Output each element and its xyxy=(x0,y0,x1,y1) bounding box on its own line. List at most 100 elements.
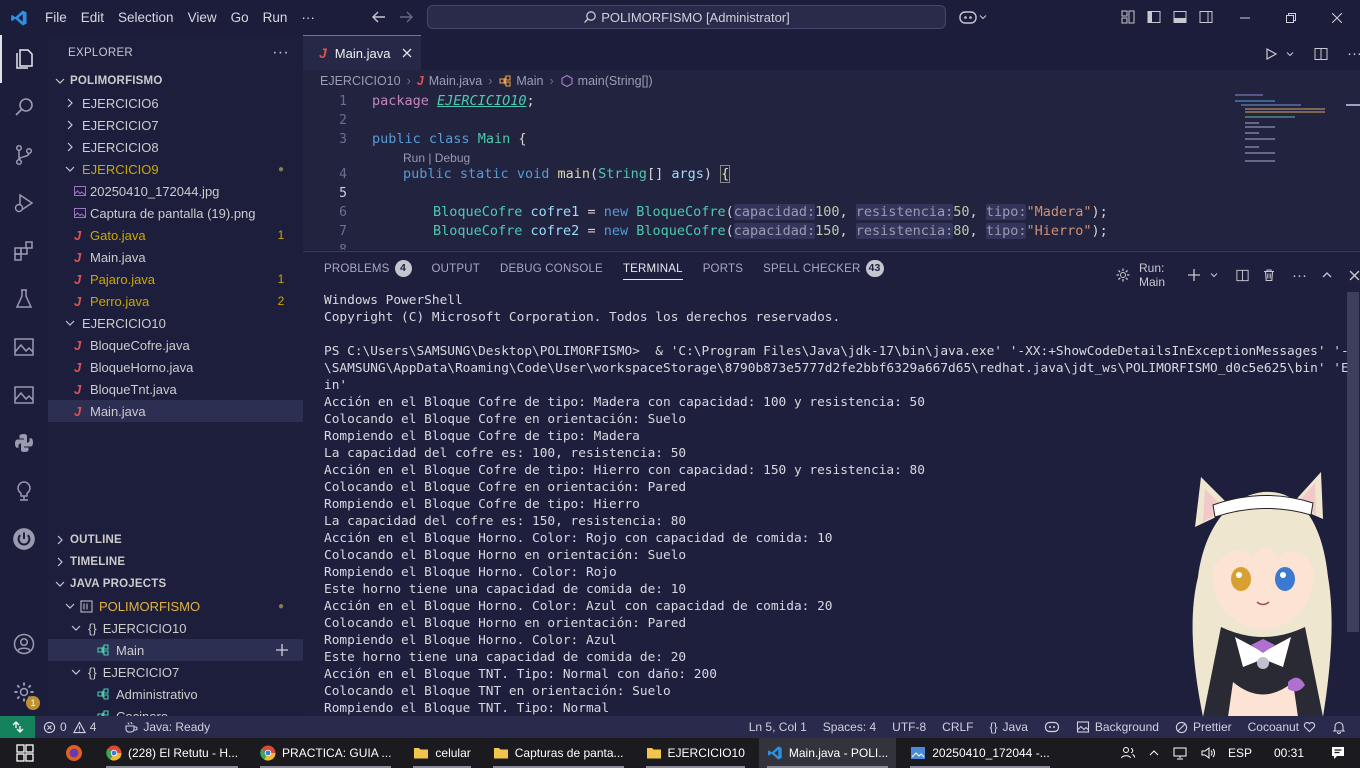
panel-tab-debug-console[interactable]: DEBUG CONSOLE xyxy=(500,252,603,286)
toggle-primary-sidebar-icon[interactable] xyxy=(1146,9,1162,25)
breadcrumb-file[interactable]: Main.java xyxy=(429,74,483,88)
editor-scrollbar[interactable] xyxy=(1346,104,1360,106)
timeline-section[interactable]: TIMELINE xyxy=(48,551,303,573)
testing-icon[interactable] xyxy=(0,275,48,323)
folder-item[interactable]: EJERCICIO10 xyxy=(48,312,303,334)
menu-item[interactable]: ··· xyxy=(294,0,322,35)
cocoanut-status[interactable]: Cocoanut xyxy=(1240,716,1324,738)
breadcrumb-folder[interactable]: EJERCICIO10 xyxy=(320,74,401,88)
panel-tab-spell-checker[interactable]: SPELL CHECKER 43 xyxy=(763,252,884,286)
folder-item[interactable]: EJERCICIO8 xyxy=(48,136,303,158)
toggle-secondary-sidebar-icon[interactable] xyxy=(1198,9,1214,25)
file-item[interactable]: Captura de pantalla (19).png xyxy=(48,202,303,224)
remote-indicator-icon[interactable] xyxy=(0,716,35,738)
folder-item[interactable]: EJERCICIO7 xyxy=(48,114,303,136)
people-icon[interactable] xyxy=(1120,745,1136,761)
terminal-instance-label[interactable]: Run: Main xyxy=(1139,261,1179,289)
split-terminal-icon[interactable] xyxy=(1235,268,1250,283)
network-icon[interactable] xyxy=(1172,745,1188,761)
split-editor-icon[interactable] xyxy=(1313,46,1329,62)
panel-tab-problems[interactable]: PROBLEMS 4 xyxy=(324,252,412,286)
copilot-icon[interactable] xyxy=(958,9,988,25)
taskbar-app-button[interactable]: 20250410_172044 -... xyxy=(902,738,1057,768)
notification-center-icon[interactable] xyxy=(1330,745,1346,761)
taskbar-app-button[interactable]: Capturas de panta... xyxy=(485,738,632,768)
menu-item[interactable]: Go xyxy=(224,0,256,35)
file-item[interactable]: J BloqueTnt.java xyxy=(48,378,303,400)
back-arrow-icon[interactable] xyxy=(370,8,388,26)
firefox-icon[interactable] xyxy=(50,738,98,768)
java-projects-section[interactable]: JAVA PROJECTS xyxy=(48,573,303,595)
menu-item[interactable]: Selection xyxy=(111,0,181,35)
java-project-item[interactable]: {} EJERCICIO10 xyxy=(48,617,303,639)
java-project-item[interactable]: Main xyxy=(48,639,303,661)
chevron-up-icon[interactable] xyxy=(1148,747,1160,759)
source-control-icon[interactable] xyxy=(0,131,48,179)
tree-view-icon[interactable] xyxy=(0,467,48,515)
close-panel-icon[interactable] xyxy=(1349,270,1360,281)
toggle-panel-icon[interactable] xyxy=(1172,9,1188,25)
add-icon[interactable] xyxy=(275,643,289,657)
start-button-icon[interactable] xyxy=(0,738,50,768)
cursor-position[interactable]: Ln 5, Col 1 xyxy=(741,716,815,738)
close-tab-icon[interactable] xyxy=(402,48,412,58)
image-preview-icon[interactable] xyxy=(0,323,48,371)
trash-icon[interactable] xyxy=(1262,268,1276,282)
background-status[interactable]: Background xyxy=(1068,716,1167,738)
problems-status[interactable]: 0 4 xyxy=(35,716,104,738)
image-gallery-icon[interactable] xyxy=(0,371,48,419)
file-item[interactable]: 20250410_172044.jpg xyxy=(48,180,303,202)
restore-button[interactable] xyxy=(1268,0,1314,35)
more-actions-icon[interactable]: ··· xyxy=(272,44,289,62)
copilot-status-icon[interactable] xyxy=(1036,716,1068,738)
chevron-down-icon[interactable] xyxy=(1209,270,1219,280)
terminal-scrollbar-thumb[interactable] xyxy=(1347,292,1359,632)
notifications-bell-icon[interactable] xyxy=(1324,716,1354,738)
minimap[interactable] xyxy=(1233,92,1333,172)
file-item[interactable]: J BloqueCofre.java xyxy=(48,334,303,356)
more-actions-icon[interactable]: ··· xyxy=(1292,267,1307,284)
menu-item[interactable]: Run xyxy=(256,0,295,35)
command-center-search[interactable]: POLIMORFISMO [Administrator] xyxy=(427,5,946,29)
more-actions-icon[interactable]: ··· xyxy=(1347,45,1360,62)
taskbar-app-button[interactable]: Main.java - POLI... xyxy=(758,738,897,768)
panel-tab-terminal[interactable]: TERMINAL xyxy=(622,252,683,286)
close-window-button[interactable] xyxy=(1314,0,1360,35)
language-mode[interactable]: {} Java xyxy=(982,716,1036,738)
prettier-status[interactable]: Prettier xyxy=(1167,716,1240,738)
input-language[interactable]: ESP xyxy=(1228,746,1252,760)
outline-section[interactable]: OUTLINE xyxy=(48,529,303,551)
search-icon[interactable] xyxy=(0,83,48,131)
menu-item[interactable]: Edit xyxy=(74,0,111,35)
clock[interactable]: 00:31 xyxy=(1274,746,1304,760)
file-item[interactable]: J Gato.java 1 xyxy=(48,224,303,246)
run-java-icon[interactable] xyxy=(1263,46,1279,62)
run-debug-icon[interactable] xyxy=(0,179,48,227)
java-status[interactable]: Java: Ready xyxy=(116,716,218,738)
file-item[interactable]: J Main.java xyxy=(48,246,303,268)
taskbar-app-button[interactable]: PRACTICA: GUIA ... xyxy=(252,738,399,768)
accounts-icon[interactable] xyxy=(0,620,48,668)
folder-item[interactable]: EJERCICIO6 xyxy=(48,92,303,114)
java-project-item[interactable]: Administrativo xyxy=(48,683,303,705)
customize-layout-icon[interactable] xyxy=(1120,9,1136,25)
extensions-icon[interactable] xyxy=(0,227,48,275)
run-debug-codelens[interactable]: Run | Debug xyxy=(403,151,470,165)
java-project-item[interactable]: POLIMORFISMO ● xyxy=(48,595,303,617)
encoding[interactable]: UTF-8 xyxy=(884,716,934,738)
tab-main-java[interactable]: J Main.java xyxy=(303,35,421,70)
code-editor[interactable]: 1 2 3 4 5 6 7 8 package EJERCICIO10; pub… xyxy=(303,92,1360,250)
volume-icon[interactable] xyxy=(1200,745,1216,761)
workspace-root[interactable]: POLIMORFISMO xyxy=(48,70,303,92)
panel-tab-output[interactable]: OUTPUT xyxy=(432,252,480,286)
power-icon[interactable] xyxy=(0,515,48,563)
panel-tab-ports[interactable]: PORTS xyxy=(703,252,743,286)
file-item[interactable]: J BloqueHorno.java xyxy=(48,356,303,378)
python-icon[interactable] xyxy=(0,419,48,467)
file-item[interactable]: J Main.java xyxy=(48,400,303,422)
chevron-down-icon[interactable] xyxy=(1285,49,1295,59)
forward-arrow-icon[interactable] xyxy=(397,8,415,26)
file-item[interactable]: J Pajaro.java 1 xyxy=(48,268,303,290)
taskbar-app-button[interactable]: (228) El Retutu - H... xyxy=(98,738,246,768)
file-item[interactable]: J Perro.java 2 xyxy=(48,290,303,312)
